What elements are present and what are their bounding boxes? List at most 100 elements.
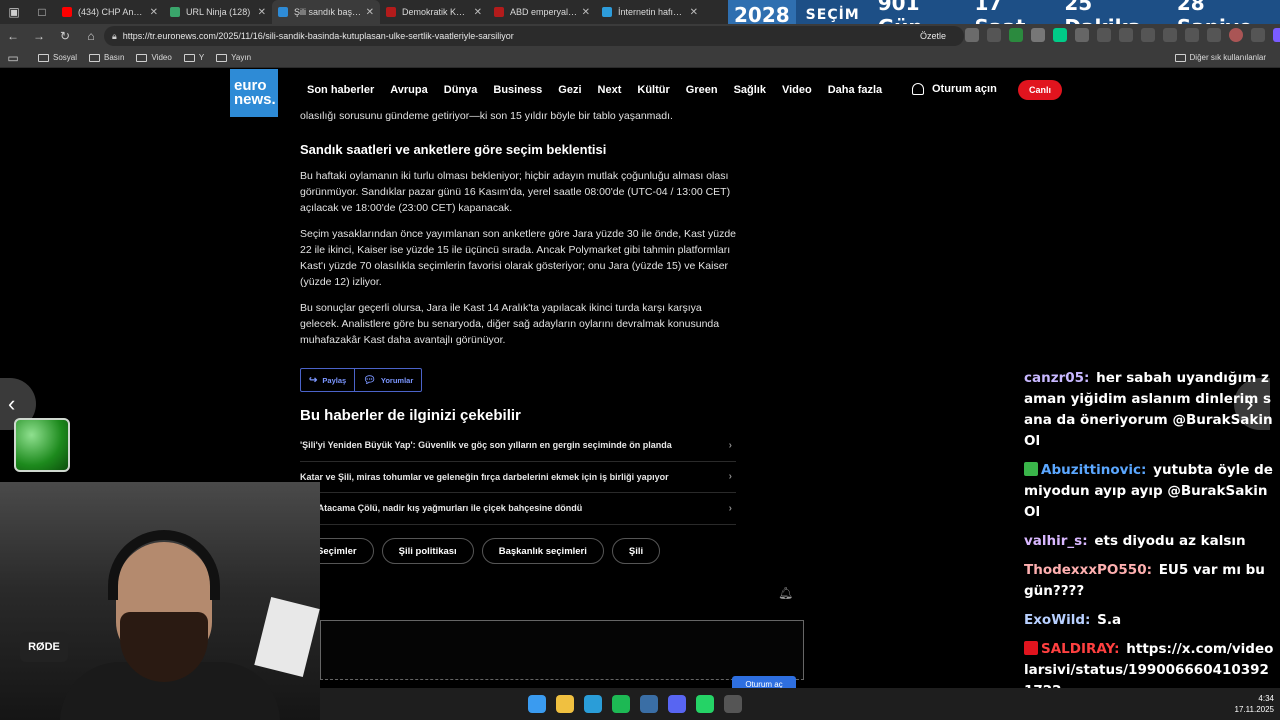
folder-icon (136, 53, 148, 62)
browser-tab[interactable]: İnternetin hafızası... ✕ (596, 0, 704, 24)
related-news-item[interactable]: ...in Atacama Çölü, nadir kış yağmurları… (300, 493, 736, 525)
browser-tab[interactable]: URL Ninja (128) ✕ (164, 0, 272, 24)
share-icon: ↪ (309, 374, 318, 386)
bookmark-folder[interactable]: Yayın (216, 53, 251, 62)
other-bookmarks-label: Diğer sık kullanılanlar (1189, 53, 1266, 62)
tab-favicon-icon (386, 7, 396, 17)
menu-item[interactable]: Green (686, 84, 718, 96)
extension-icon[interactable] (987, 28, 1001, 42)
euronews-logo[interactable]: euro news. (230, 69, 278, 117)
workspaces-icon[interactable]: ▣ (0, 0, 28, 24)
summarize-button[interactable]: Özetle (920, 31, 946, 41)
back-icon[interactable]: ← (0, 29, 26, 43)
file-explorer-icon[interactable] (556, 695, 574, 713)
home-icon[interactable]: ⌂ (78, 29, 104, 43)
browser-tab[interactable]: Demokratik Kongo... ✕ (380, 0, 488, 24)
menu-item[interactable]: Business (493, 84, 542, 96)
whatsapp-icon[interactable] (696, 695, 714, 713)
folder-icon (183, 53, 195, 62)
related-news-title: Bu haberler de ilginizi çekebilir (300, 407, 521, 424)
related-news-title: ...in Atacama Çölü, nadir kış yağmurları… (300, 503, 583, 514)
menu-item[interactable]: Gezi (558, 84, 581, 96)
favorite-star-icon[interactable] (965, 28, 979, 42)
menu-item[interactable]: Son haberler (307, 84, 374, 96)
bookmark-folder[interactable]: Video (136, 53, 172, 62)
headset (108, 530, 220, 600)
collections-icon[interactable] (1163, 28, 1177, 42)
comment-input-area[interactable] (320, 620, 804, 680)
bookmark-label: Yayın (231, 53, 252, 62)
tab-close-icon[interactable]: ✕ (258, 7, 266, 18)
share-label: Paylaş (322, 375, 347, 385)
browser-tab[interactable]: ABD emperyalizmi... ✕ (488, 0, 596, 24)
folder-icon (89, 53, 101, 62)
menu-item[interactable]: Daha fazla (828, 84, 882, 96)
tab-actions-icon[interactable]: □ (28, 0, 56, 24)
extension-icon[interactable] (1031, 28, 1045, 42)
split-screen-icon[interactable] (1119, 28, 1133, 42)
article-actions: ↪ Paylaş 💬︎ Yorumlar (300, 368, 423, 392)
related-news-item[interactable]: 'Şili'yi Yeniden Büyük Yap': Güvenlik ve… (300, 430, 736, 462)
discord-icon[interactable] (668, 695, 686, 713)
refresh-icon[interactable]: ↻ (52, 29, 78, 43)
extension-icon[interactable] (1053, 28, 1067, 42)
menu-item[interactable]: Video (782, 84, 812, 96)
tab-title: Şili sandık başında... (294, 7, 362, 17)
steam-icon[interactable] (640, 695, 658, 713)
menu-item[interactable]: Dünya (444, 84, 478, 96)
copilot-icon[interactable] (1273, 28, 1280, 42)
tab-close-icon[interactable]: ✕ (474, 7, 482, 18)
chat-username: ExoWild: (1024, 612, 1091, 628)
tab-favicon-icon (170, 7, 180, 17)
url-bar[interactable]: 🔒︎ https://tr.euronews.com/2025/11/16/si… (104, 26, 964, 46)
live-button[interactable]: Canlı (1018, 80, 1062, 100)
system-clock[interactable]: 4:34 17.11.2025 (1235, 693, 1274, 715)
windows-start-icon[interactable] (528, 695, 546, 713)
bookmark-label: Video (151, 53, 172, 62)
share-button[interactable]: ↪ Paylaş (301, 369, 354, 391)
tab-favicon-icon (602, 7, 612, 17)
extension-icon[interactable] (1075, 28, 1089, 42)
tag-chip[interactable]: Başkanlık seçimleri (481, 538, 604, 564)
extension-icon[interactable] (1009, 28, 1023, 42)
tab-title: Demokratik Kongo... (402, 7, 470, 17)
menu-icon[interactable] (1251, 28, 1265, 42)
related-news-item[interactable]: Katar ve Şili, miras tohumlar ve geleneğ… (300, 462, 736, 493)
tag-chip[interactable]: Şili politikası (381, 538, 474, 564)
tab-close-icon[interactable]: ✕ (366, 7, 374, 18)
profile-avatar[interactable] (1229, 28, 1243, 42)
edge-browser-icon[interactable] (584, 695, 602, 713)
tab-close-icon[interactable]: ✕ (150, 7, 158, 18)
spotify-icon[interactable] (612, 695, 630, 713)
obs-icon[interactable] (724, 695, 742, 713)
extension-icons (965, 28, 1280, 42)
chat-username: SALDIRAY: (1041, 641, 1120, 657)
login-button[interactable]: Oturum açın (912, 83, 997, 95)
tab-close-icon[interactable]: ✕ (582, 7, 590, 18)
bookmark-folder[interactable]: Y (183, 53, 204, 62)
menu-item[interactable]: Avrupa (390, 84, 428, 96)
browser-tab[interactable]: (434) CHP Ankara İl... ✕ (56, 0, 164, 24)
comments-button[interactable]: 💬︎ Yorumlar (354, 369, 421, 391)
bookmark-label: Sosyal (53, 53, 78, 62)
bookmark-folder[interactable]: Basın (89, 53, 124, 62)
menu-item[interactable]: Next (598, 84, 622, 96)
bookmark-folder[interactable]: Sosyal (38, 53, 77, 62)
tag-chip[interactable]: Şili (611, 538, 661, 564)
extensions-icon[interactable] (1185, 28, 1199, 42)
extension-icon[interactable] (1097, 28, 1111, 42)
forward-icon[interactable]: → (26, 29, 52, 43)
downloads-icon[interactable] (1207, 28, 1221, 42)
folder-icon (216, 53, 228, 62)
menu-item[interactable]: Kültür (637, 84, 669, 96)
menu-item[interactable]: Sağlık (734, 84, 766, 96)
notification-bell-icon[interactable]: 🔔︎ (778, 586, 793, 600)
tab-close-icon[interactable]: ✕ (690, 7, 698, 18)
favorites-icon[interactable] (1141, 28, 1155, 42)
bookmark-menu-icon[interactable]: ▭ (0, 51, 26, 65)
tab-title: İnternetin hafızası... (618, 7, 686, 17)
chat-badge-icon (1024, 641, 1038, 655)
browser-tab[interactable]: Şili sandık başında... ✕ (272, 0, 380, 24)
microphone: RØDE (20, 632, 68, 662)
other-bookmarks[interactable]: Diğer sık kullanılanlar (1174, 53, 1266, 62)
